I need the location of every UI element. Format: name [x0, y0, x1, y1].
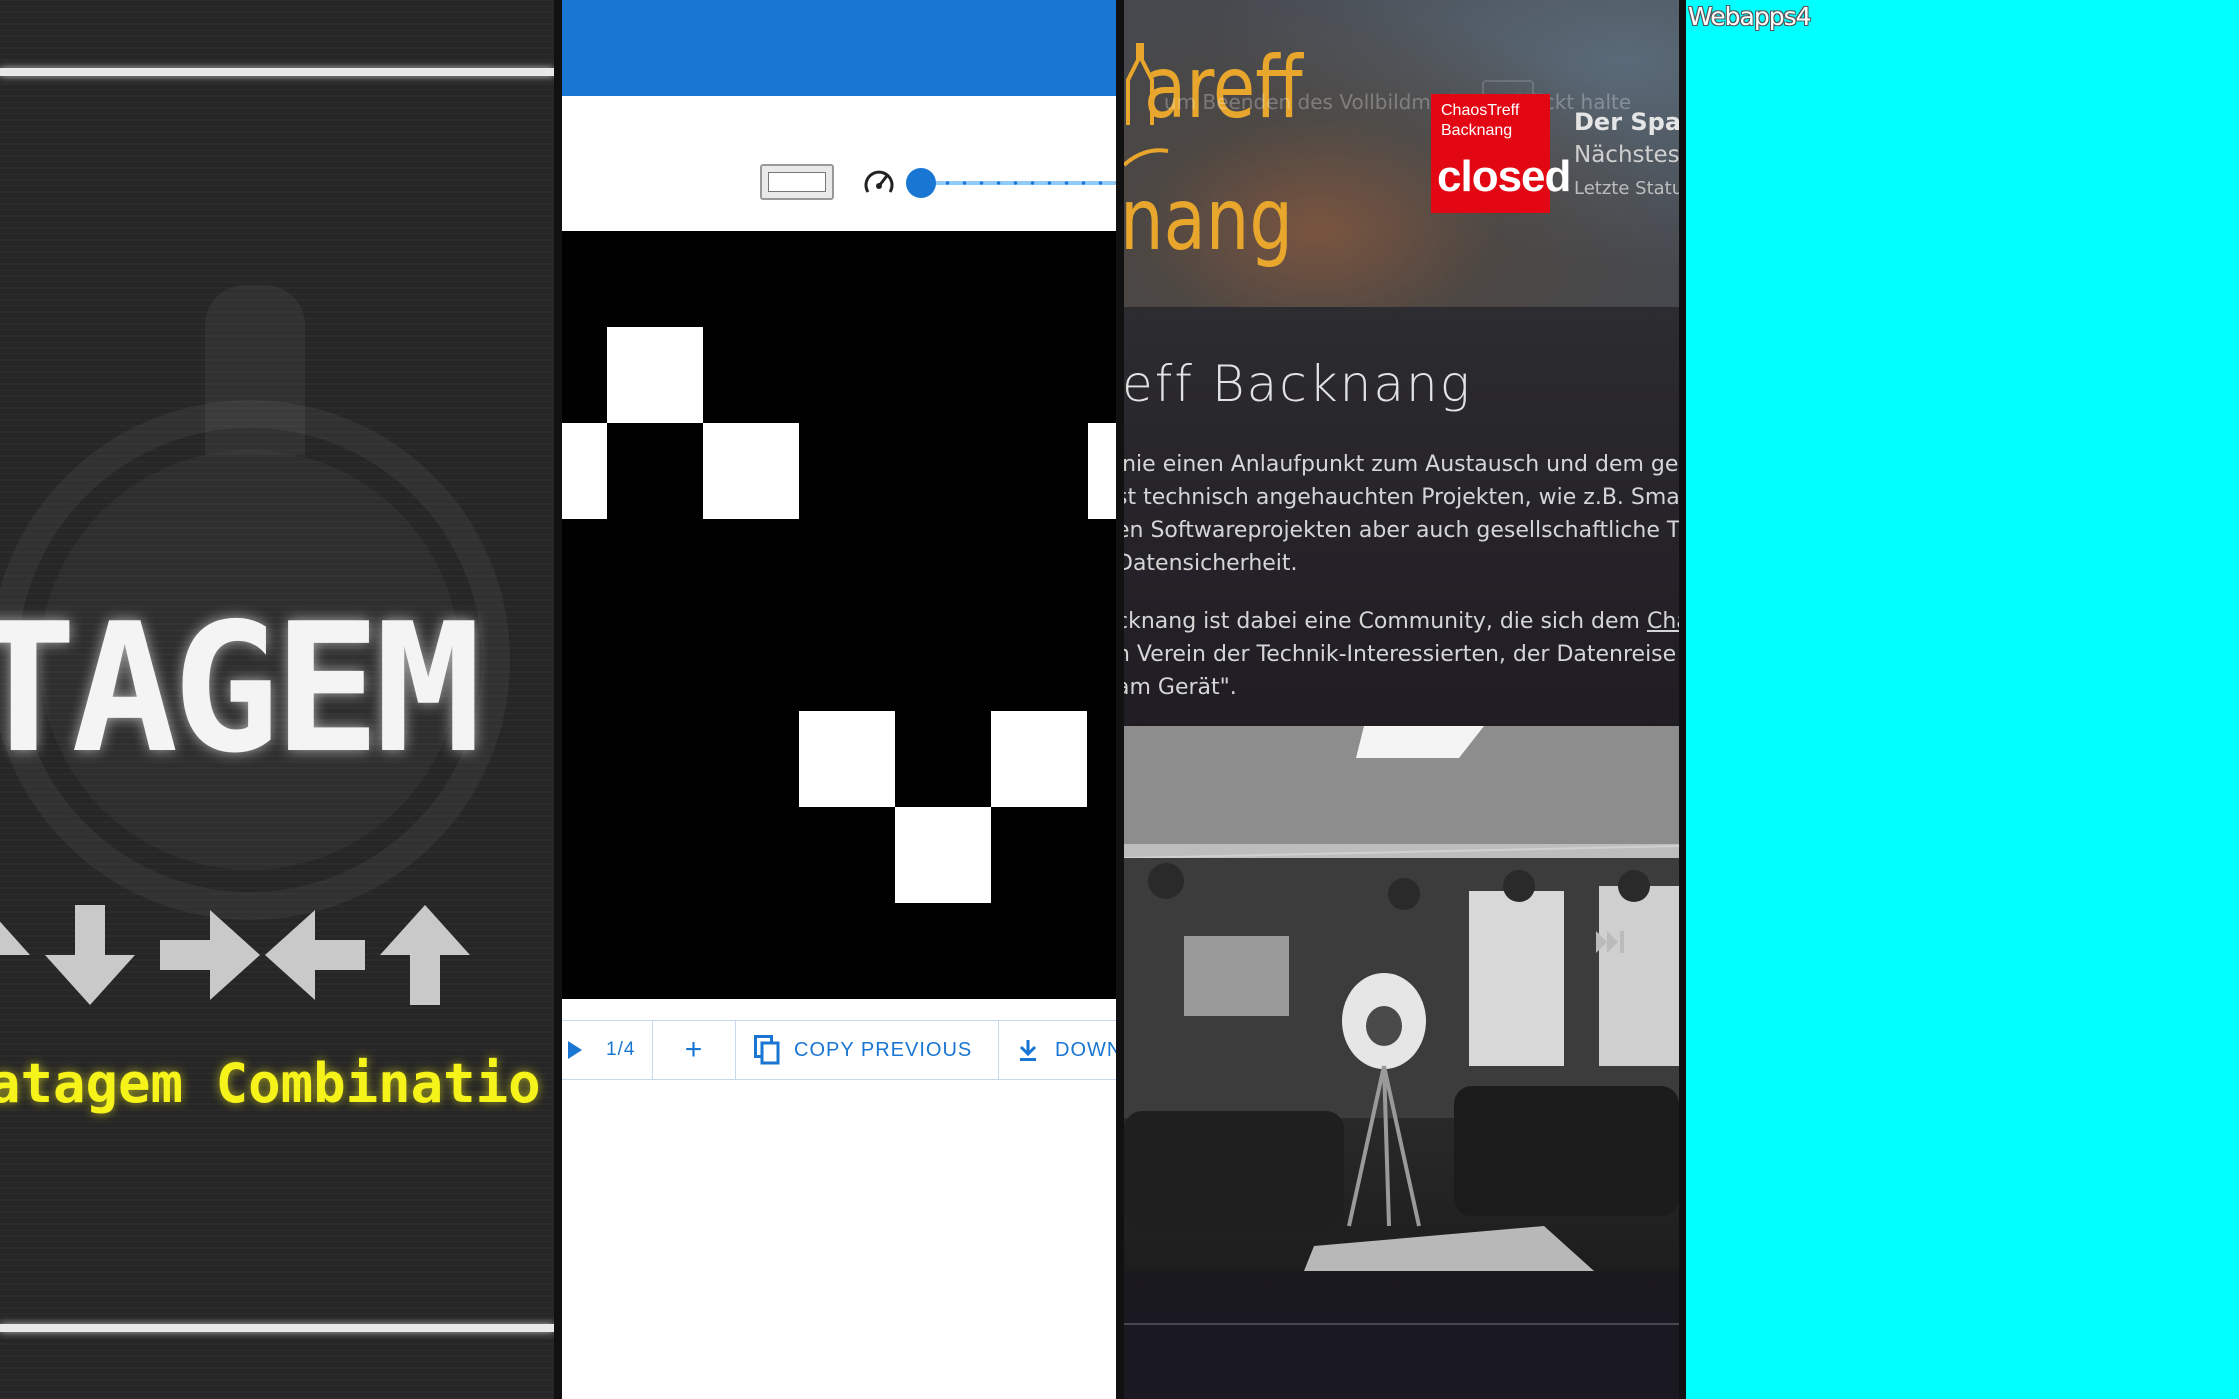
arrow-down-icon	[45, 905, 135, 1005]
space-status-badge[interactable]: ChaosTreff Backnang closed	[1431, 94, 1571, 213]
plus-icon: +	[684, 1033, 704, 1066]
stratagem-panel: TAGEM atagem Combinatio	[0, 0, 554, 1399]
intro-line: Datensicherheit.	[1124, 551, 1298, 576]
pixel-editor-panel: 1/4 + COPY PREVIOUS DOWN	[562, 0, 1116, 1399]
copy-previous-label: COPY PREVIOUS	[794, 1038, 973, 1061]
webapps-panel: Webapps4	[1686, 0, 2239, 1399]
play-icon	[568, 1041, 582, 1059]
section-separator	[1124, 1323, 1679, 1325]
community-line: n Verein der Technik-Interessierten, der…	[1124, 642, 1677, 667]
tower-emblem	[205, 285, 305, 455]
community-text: cknang ist dabei eine Community, die sic…	[1124, 609, 1647, 634]
community-line: am Gerät".	[1124, 675, 1237, 700]
download-label: DOWN	[1055, 1038, 1116, 1061]
speed-slider-thumb[interactable]	[906, 168, 936, 198]
arrow-sequence	[0, 905, 470, 1005]
bottom-rule	[0, 1324, 554, 1332]
arrow-right-icon	[160, 910, 260, 1000]
pixel-cell[interactable]	[799, 711, 895, 807]
pixel-cell[interactable]	[991, 711, 1087, 807]
space-title: Der Spac	[1574, 108, 1679, 136]
download-icon	[1019, 1040, 1037, 1061]
add-frame-button[interactable]: +	[653, 1021, 736, 1079]
pixel-cell[interactable]	[895, 807, 991, 903]
site-logo-top[interactable]: areff	[1144, 38, 1303, 138]
top-rule	[0, 68, 554, 76]
room-photo-illustration	[1124, 726, 1679, 1271]
pixel-cell[interactable]	[1088, 423, 1116, 519]
badge-name-line1: ChaosTreff	[1441, 102, 1520, 119]
frame-counter: 1/4	[606, 1039, 636, 1060]
badge-status: closed	[1437, 152, 1571, 201]
speed-icon	[864, 170, 894, 193]
chaos-link[interactable]: Chao	[1647, 609, 1679, 634]
speed-slider-ticks	[922, 181, 1116, 185]
chaostreff-panel: areff nang um Beenden des Vollbildmodus …	[1124, 0, 1679, 1399]
webapps-label: Webapps4	[1688, 2, 1811, 31]
play-frame-button[interactable]: 1/4	[562, 1021, 653, 1079]
pixel-cell[interactable]	[703, 423, 799, 519]
page-heading: eff Backnang	[1124, 355, 1472, 413]
copy-previous-button[interactable]: COPY PREVIOUS	[736, 1021, 999, 1079]
stratagem-title: TAGEM	[0, 585, 482, 792]
badge-name-line2: Backnang	[1441, 122, 1513, 139]
panel-divider	[554, 0, 562, 1399]
space-next-event: Nächstes	[1574, 142, 1679, 168]
color-picker[interactable]	[760, 164, 834, 200]
room-photo	[1124, 726, 1679, 1271]
intro-line: en Softwareprojekten aber auch gesellsch…	[1124, 518, 1679, 543]
panel-divider	[1679, 0, 1686, 1399]
space-last-status: Letzte Statu	[1574, 178, 1679, 199]
panel-divider	[1116, 0, 1124, 1399]
skip-forward-icon[interactable]	[1596, 931, 1628, 953]
community-line: cknang ist dabei eine Community, die sic…	[1124, 605, 1679, 638]
site-logo-bottom[interactable]: nang	[1124, 170, 1293, 270]
pixel-cell[interactable]	[562, 423, 607, 519]
fullscreen-hint: um Beenden des Vollbildmodus gedrückt ha…	[1164, 90, 1632, 114]
copy-icon	[754, 1035, 780, 1065]
frame-toolbar: 1/4 + COPY PREVIOUS DOWN	[562, 1020, 1116, 1080]
app-bar	[562, 0, 1116, 96]
intro-line: inie einen Anlaufpunkt zum Austausch und…	[1124, 452, 1679, 477]
arrow-up-icon	[0, 921, 30, 1005]
pixel-cell[interactable]	[607, 327, 703, 423]
stratagem-subtitle: atagem Combinatio	[0, 1052, 541, 1115]
intro-line: st technisch angehauchten Projekten, wie…	[1124, 485, 1679, 510]
arrow-up-icon	[380, 905, 470, 1005]
download-button[interactable]: DOWN	[999, 1021, 1116, 1079]
editor-toolbar	[562, 96, 1116, 231]
arrow-left-icon	[265, 910, 365, 1000]
pixel-canvas[interactable]	[562, 231, 1116, 999]
